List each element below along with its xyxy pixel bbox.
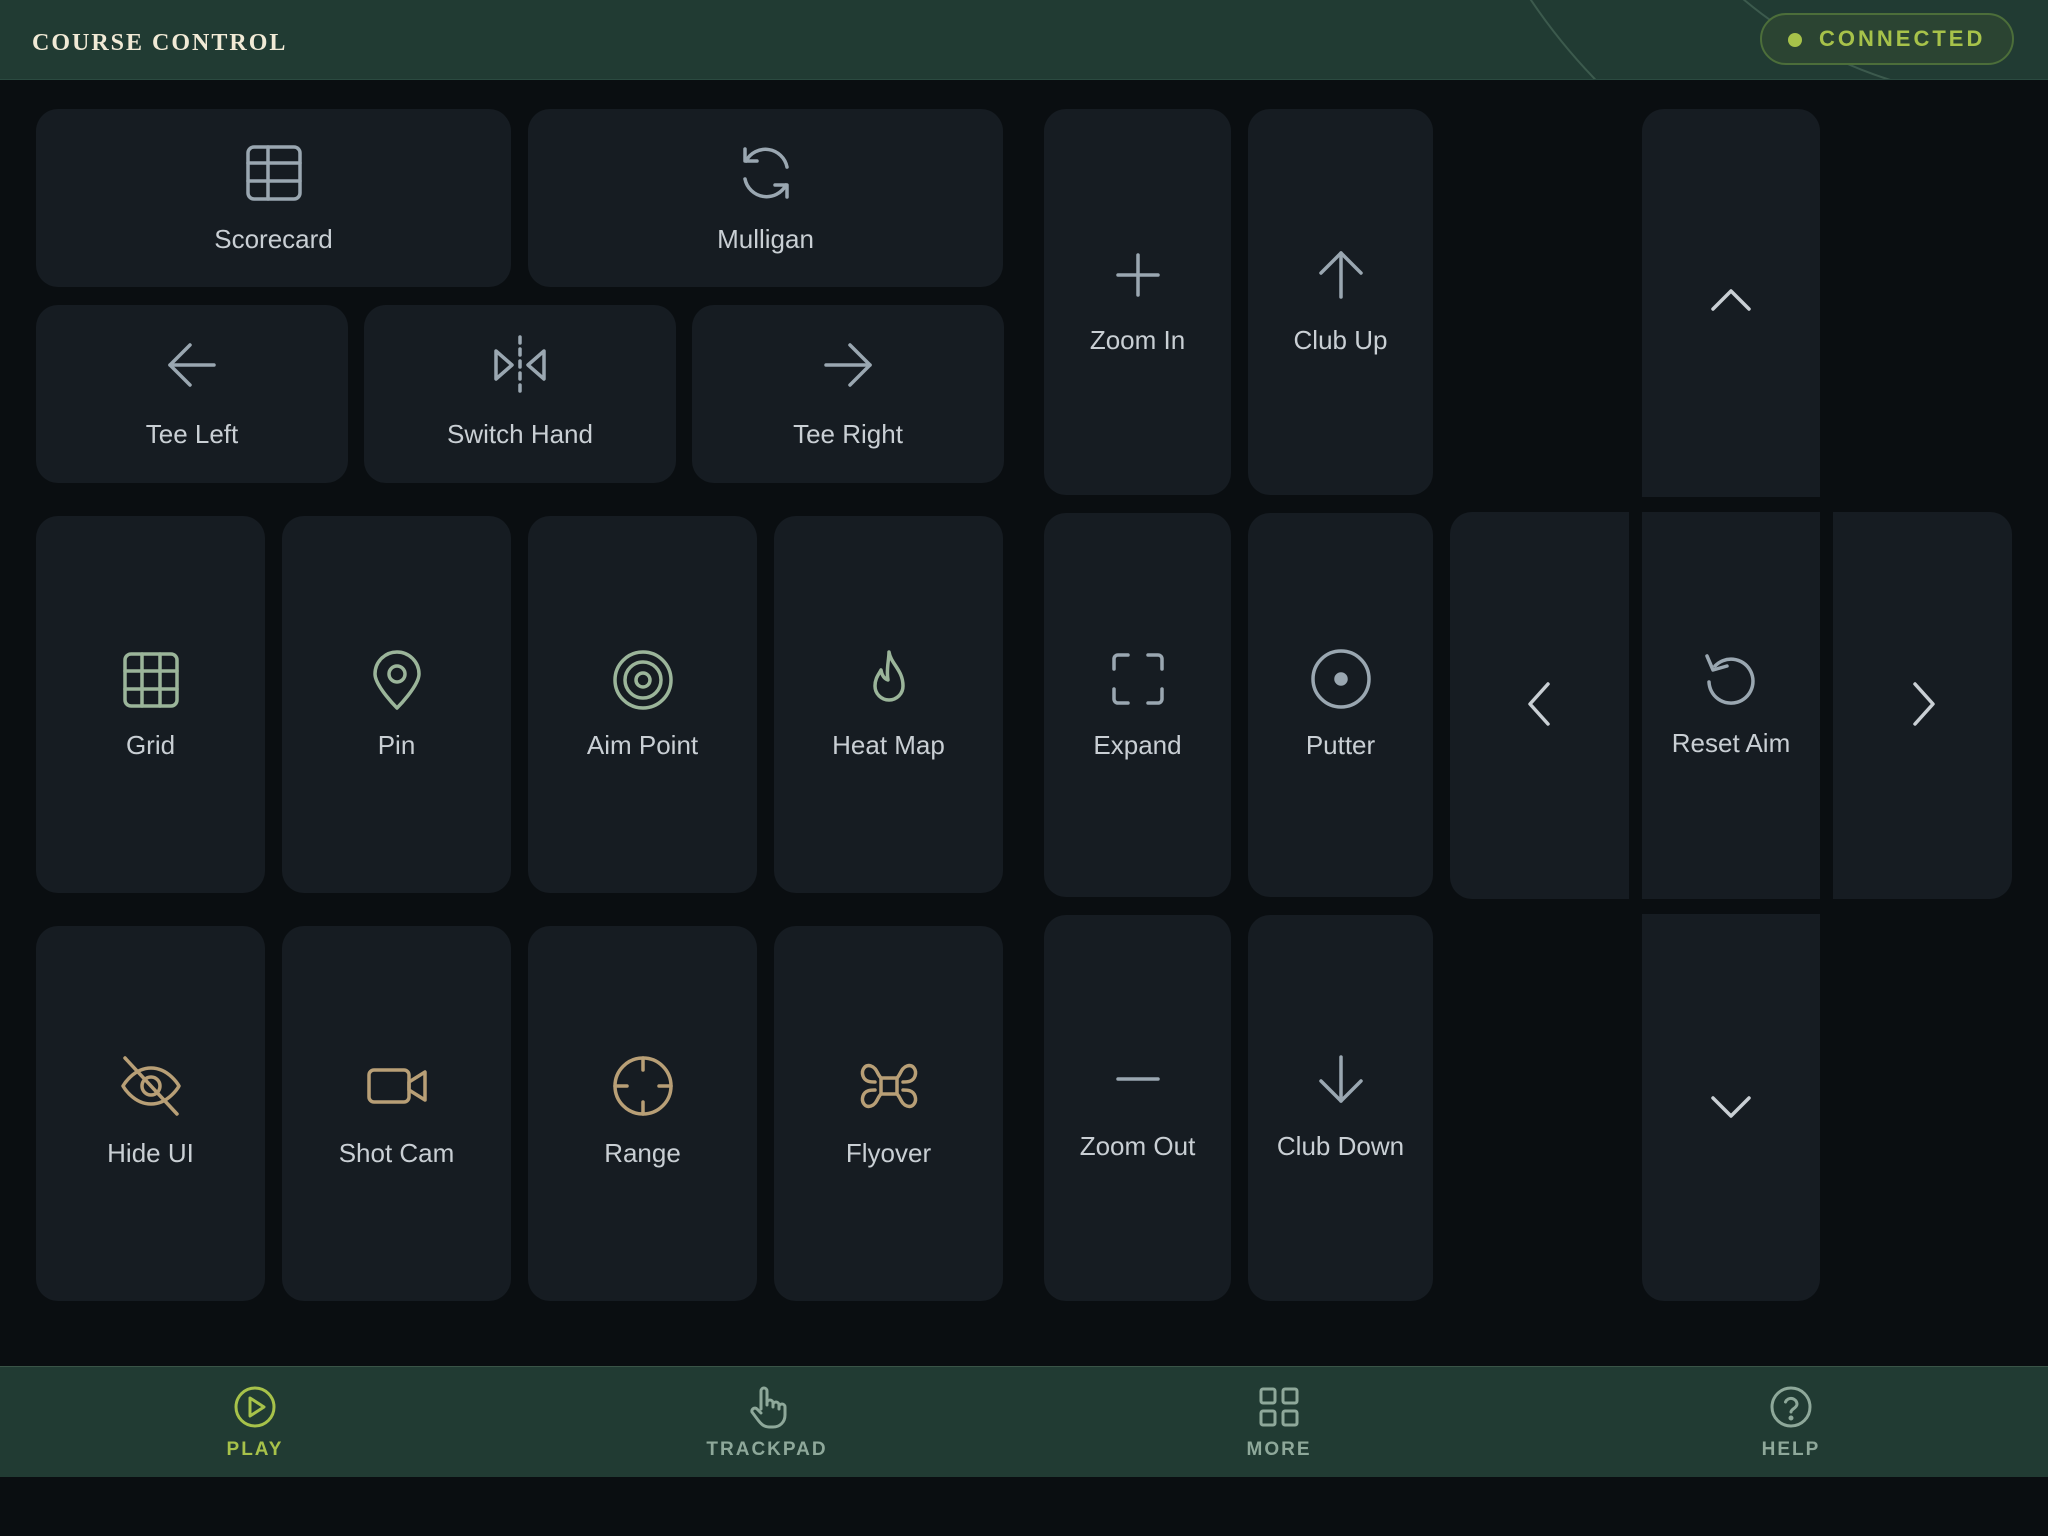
chevron-right-icon (1891, 672, 1955, 736)
aim-right-button[interactable] (1833, 512, 2012, 899)
nav-more[interactable]: MORE (1179, 1367, 1379, 1477)
tee-left-button[interactable]: Tee Left (36, 305, 348, 483)
nav-help-label: HELP (1761, 1439, 1821, 1460)
shot-cam-label: Shot Cam (338, 1138, 455, 1168)
range-button[interactable]: Range (528, 926, 757, 1301)
expand-label: Expand (1093, 730, 1182, 760)
putter-button[interactable]: Putter (1248, 513, 1433, 897)
putter-label: Putter (1305, 730, 1376, 760)
nav-trackpad[interactable]: TRACKPAD (667, 1367, 867, 1477)
refresh-icon (734, 141, 798, 205)
help-circle-icon (1767, 1383, 1815, 1431)
nav-help[interactable]: HELP (1691, 1367, 1891, 1477)
club-up-button[interactable]: Club Up (1248, 109, 1433, 495)
apps-icon (1255, 1383, 1303, 1431)
reset-aim-button[interactable]: Reset Aim (1642, 512, 1820, 899)
expand-icon (1106, 647, 1170, 711)
aim-left-button[interactable] (1450, 512, 1629, 899)
nav-play[interactable]: PLAY (155, 1367, 355, 1477)
status-dot (1788, 33, 1802, 47)
pin-label: Pin (377, 730, 416, 760)
arrow-up-icon (1309, 243, 1373, 307)
expand-button[interactable]: Expand (1044, 513, 1231, 897)
club-up-label: Club Up (1293, 325, 1388, 355)
flame-icon (857, 648, 921, 712)
aim-up-button[interactable] (1642, 109, 1820, 497)
minus-icon (1106, 1047, 1170, 1111)
map-pin-icon (365, 648, 429, 712)
grid-label: Grid (125, 730, 176, 760)
scorecard-label: Scorecard (214, 224, 333, 254)
chevron-down-icon (1699, 1074, 1763, 1138)
aim-point-button[interactable]: Aim Point (528, 516, 757, 893)
eye-off-icon (119, 1054, 183, 1118)
zoom-out-label: Zoom Out (1079, 1131, 1196, 1161)
nav-play-label: PLAY (226, 1439, 284, 1460)
chevron-left-icon (1508, 672, 1572, 736)
reset-aim-label: Reset Aim (1671, 728, 1791, 758)
mulligan-button[interactable]: Mulligan (528, 109, 1003, 287)
tee-right-button[interactable]: Tee Right (692, 305, 1004, 483)
nav-trackpad-label: TRACKPAD (706, 1439, 828, 1460)
arrow-right-icon (816, 333, 880, 397)
zoom-out-button[interactable]: Zoom Out (1044, 915, 1231, 1301)
switch-hand-button[interactable]: Switch Hand (364, 305, 676, 483)
top-bar: COURSE CONTROL CONNECTED (0, 0, 2048, 80)
plus-icon (1106, 243, 1170, 307)
tee-left-label: Tee Left (145, 419, 239, 449)
mulligan-label: Mulligan (717, 224, 814, 254)
switch-hand-label: Switch Hand (447, 419, 593, 449)
pointer-hand-icon (743, 1383, 791, 1431)
connection-status-badge: CONNECTED (1760, 13, 2014, 65)
shot-cam-button[interactable]: Shot Cam (282, 926, 511, 1301)
grid-icon (119, 648, 183, 712)
zoom-in-button[interactable]: Zoom In (1044, 109, 1231, 495)
scorecard-button[interactable]: Scorecard (36, 109, 511, 287)
target-icon (611, 648, 675, 712)
hide-ui-label: Hide UI (107, 1138, 194, 1168)
range-label: Range (604, 1138, 681, 1168)
heat-map-label: Heat Map (832, 730, 945, 760)
flyover-label: Flyover (845, 1138, 932, 1168)
grid-button[interactable]: Grid (36, 516, 265, 893)
club-down-button[interactable]: Club Down (1248, 915, 1433, 1301)
pin-button[interactable]: Pin (282, 516, 511, 893)
chevron-up-icon (1699, 269, 1763, 333)
play-circle-icon (231, 1383, 279, 1431)
crosshair-icon (611, 1054, 675, 1118)
bottom-nav: PLAY TRACKPAD MORE HELP (0, 1366, 2048, 1477)
nav-more-label: MORE (1246, 1439, 1312, 1460)
aim-down-button[interactable] (1642, 914, 1820, 1301)
connection-status-text: CONNECTED (1819, 26, 1986, 51)
arrow-left-icon (160, 333, 224, 397)
tee-right-label: Tee Right (793, 419, 903, 449)
zoom-in-label: Zoom In (1089, 325, 1186, 355)
heat-map-button[interactable]: Heat Map (774, 516, 1003, 893)
video-camera-icon (365, 1054, 429, 1118)
club-down-label: Club Down (1276, 1131, 1405, 1161)
flip-horizontal-icon (488, 333, 552, 397)
decorative-arcs (1529, 0, 1891, 79)
flyover-button[interactable]: Flyover (774, 926, 1003, 1301)
disc-icon (1309, 647, 1373, 711)
arrow-down-icon (1309, 1047, 1373, 1111)
hide-ui-button[interactable]: Hide UI (36, 926, 265, 1301)
aim-point-label: Aim Point (586, 730, 699, 760)
rotate-ccw-icon (1699, 650, 1763, 714)
app-title: COURSE CONTROL (32, 30, 288, 56)
drone-icon (857, 1054, 921, 1118)
table-icon (242, 141, 306, 205)
